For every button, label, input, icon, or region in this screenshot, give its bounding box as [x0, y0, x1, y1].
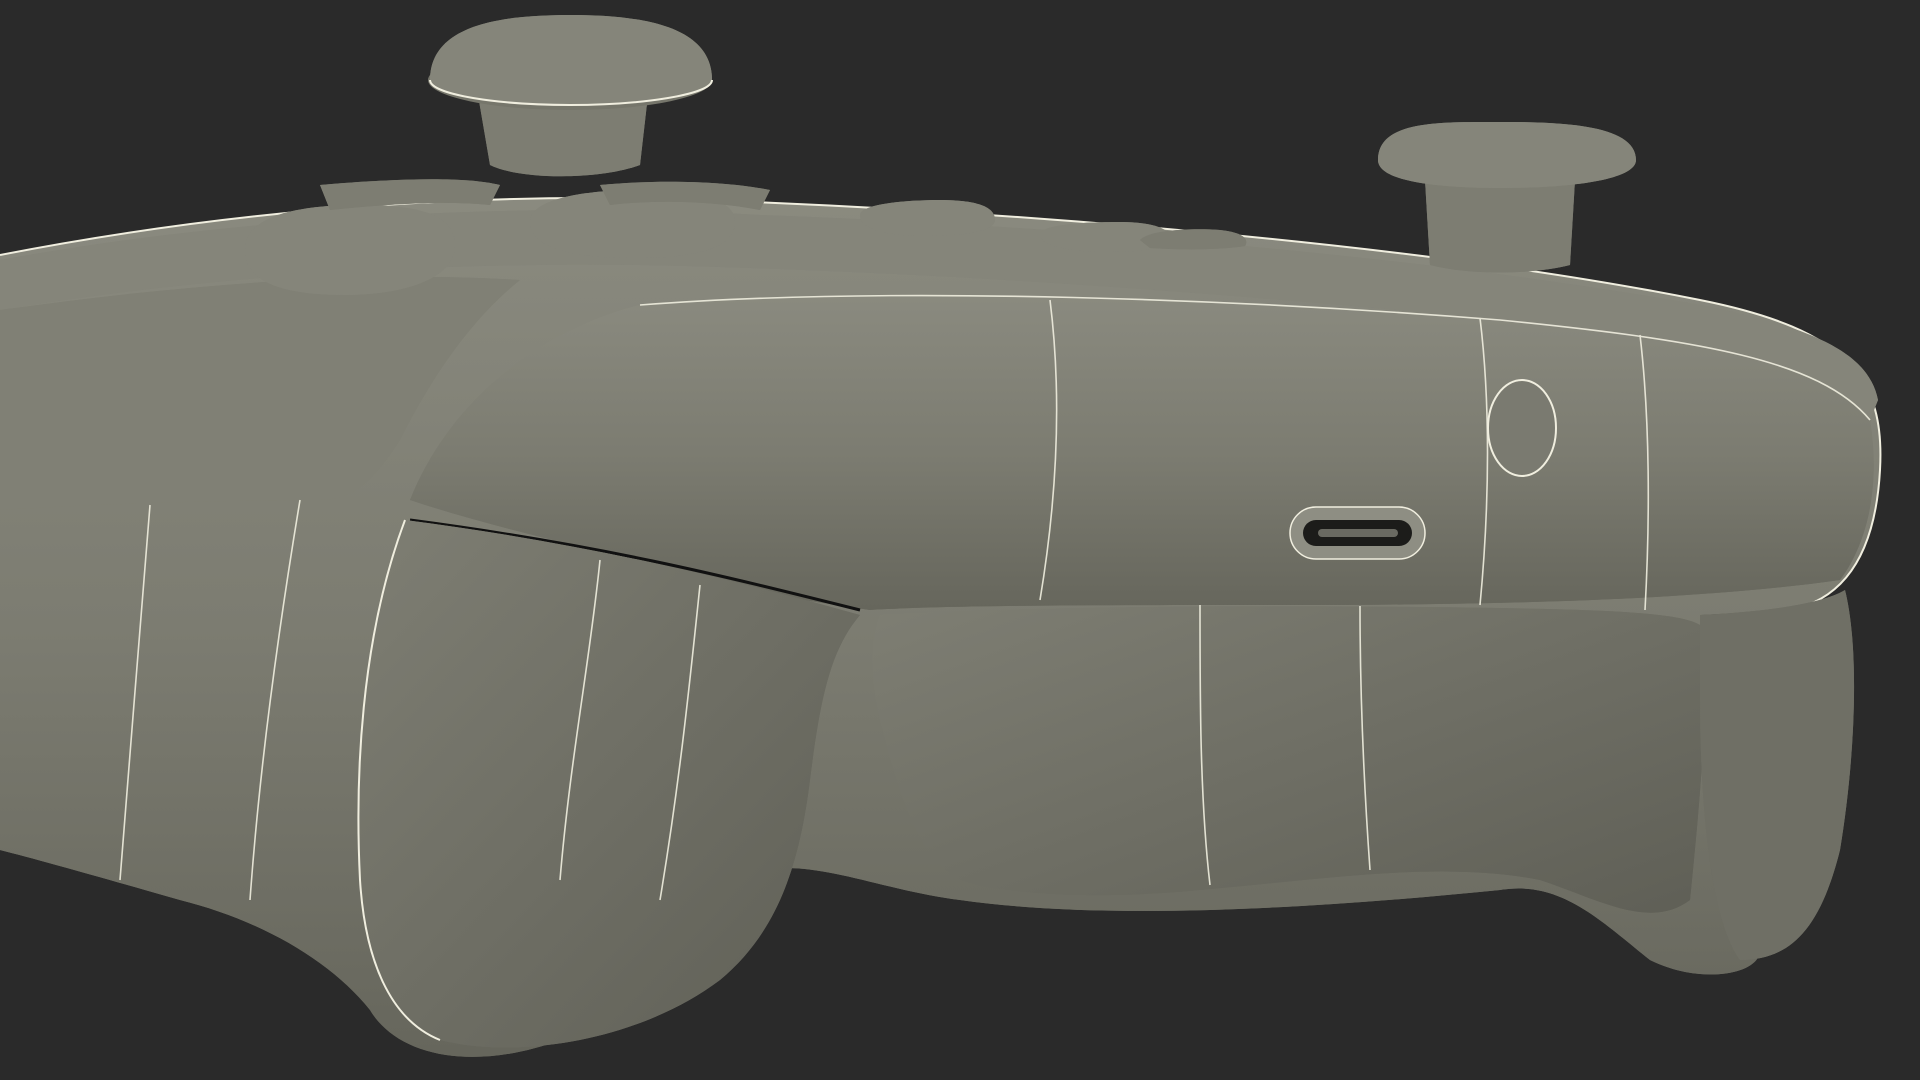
- right-thumbstick: [1378, 121, 1636, 273]
- left-thumbstick: [428, 15, 713, 177]
- right-grip-panel: [872, 606, 1705, 913]
- usb-c-port: [1289, 506, 1426, 560]
- render-viewport: [0, 0, 1920, 1080]
- end-grip: [1700, 590, 1855, 960]
- left-grip-panel: [357, 519, 860, 1048]
- controller-render: [0, 15, 1882, 1057]
- sensor-grille: [1487, 379, 1557, 477]
